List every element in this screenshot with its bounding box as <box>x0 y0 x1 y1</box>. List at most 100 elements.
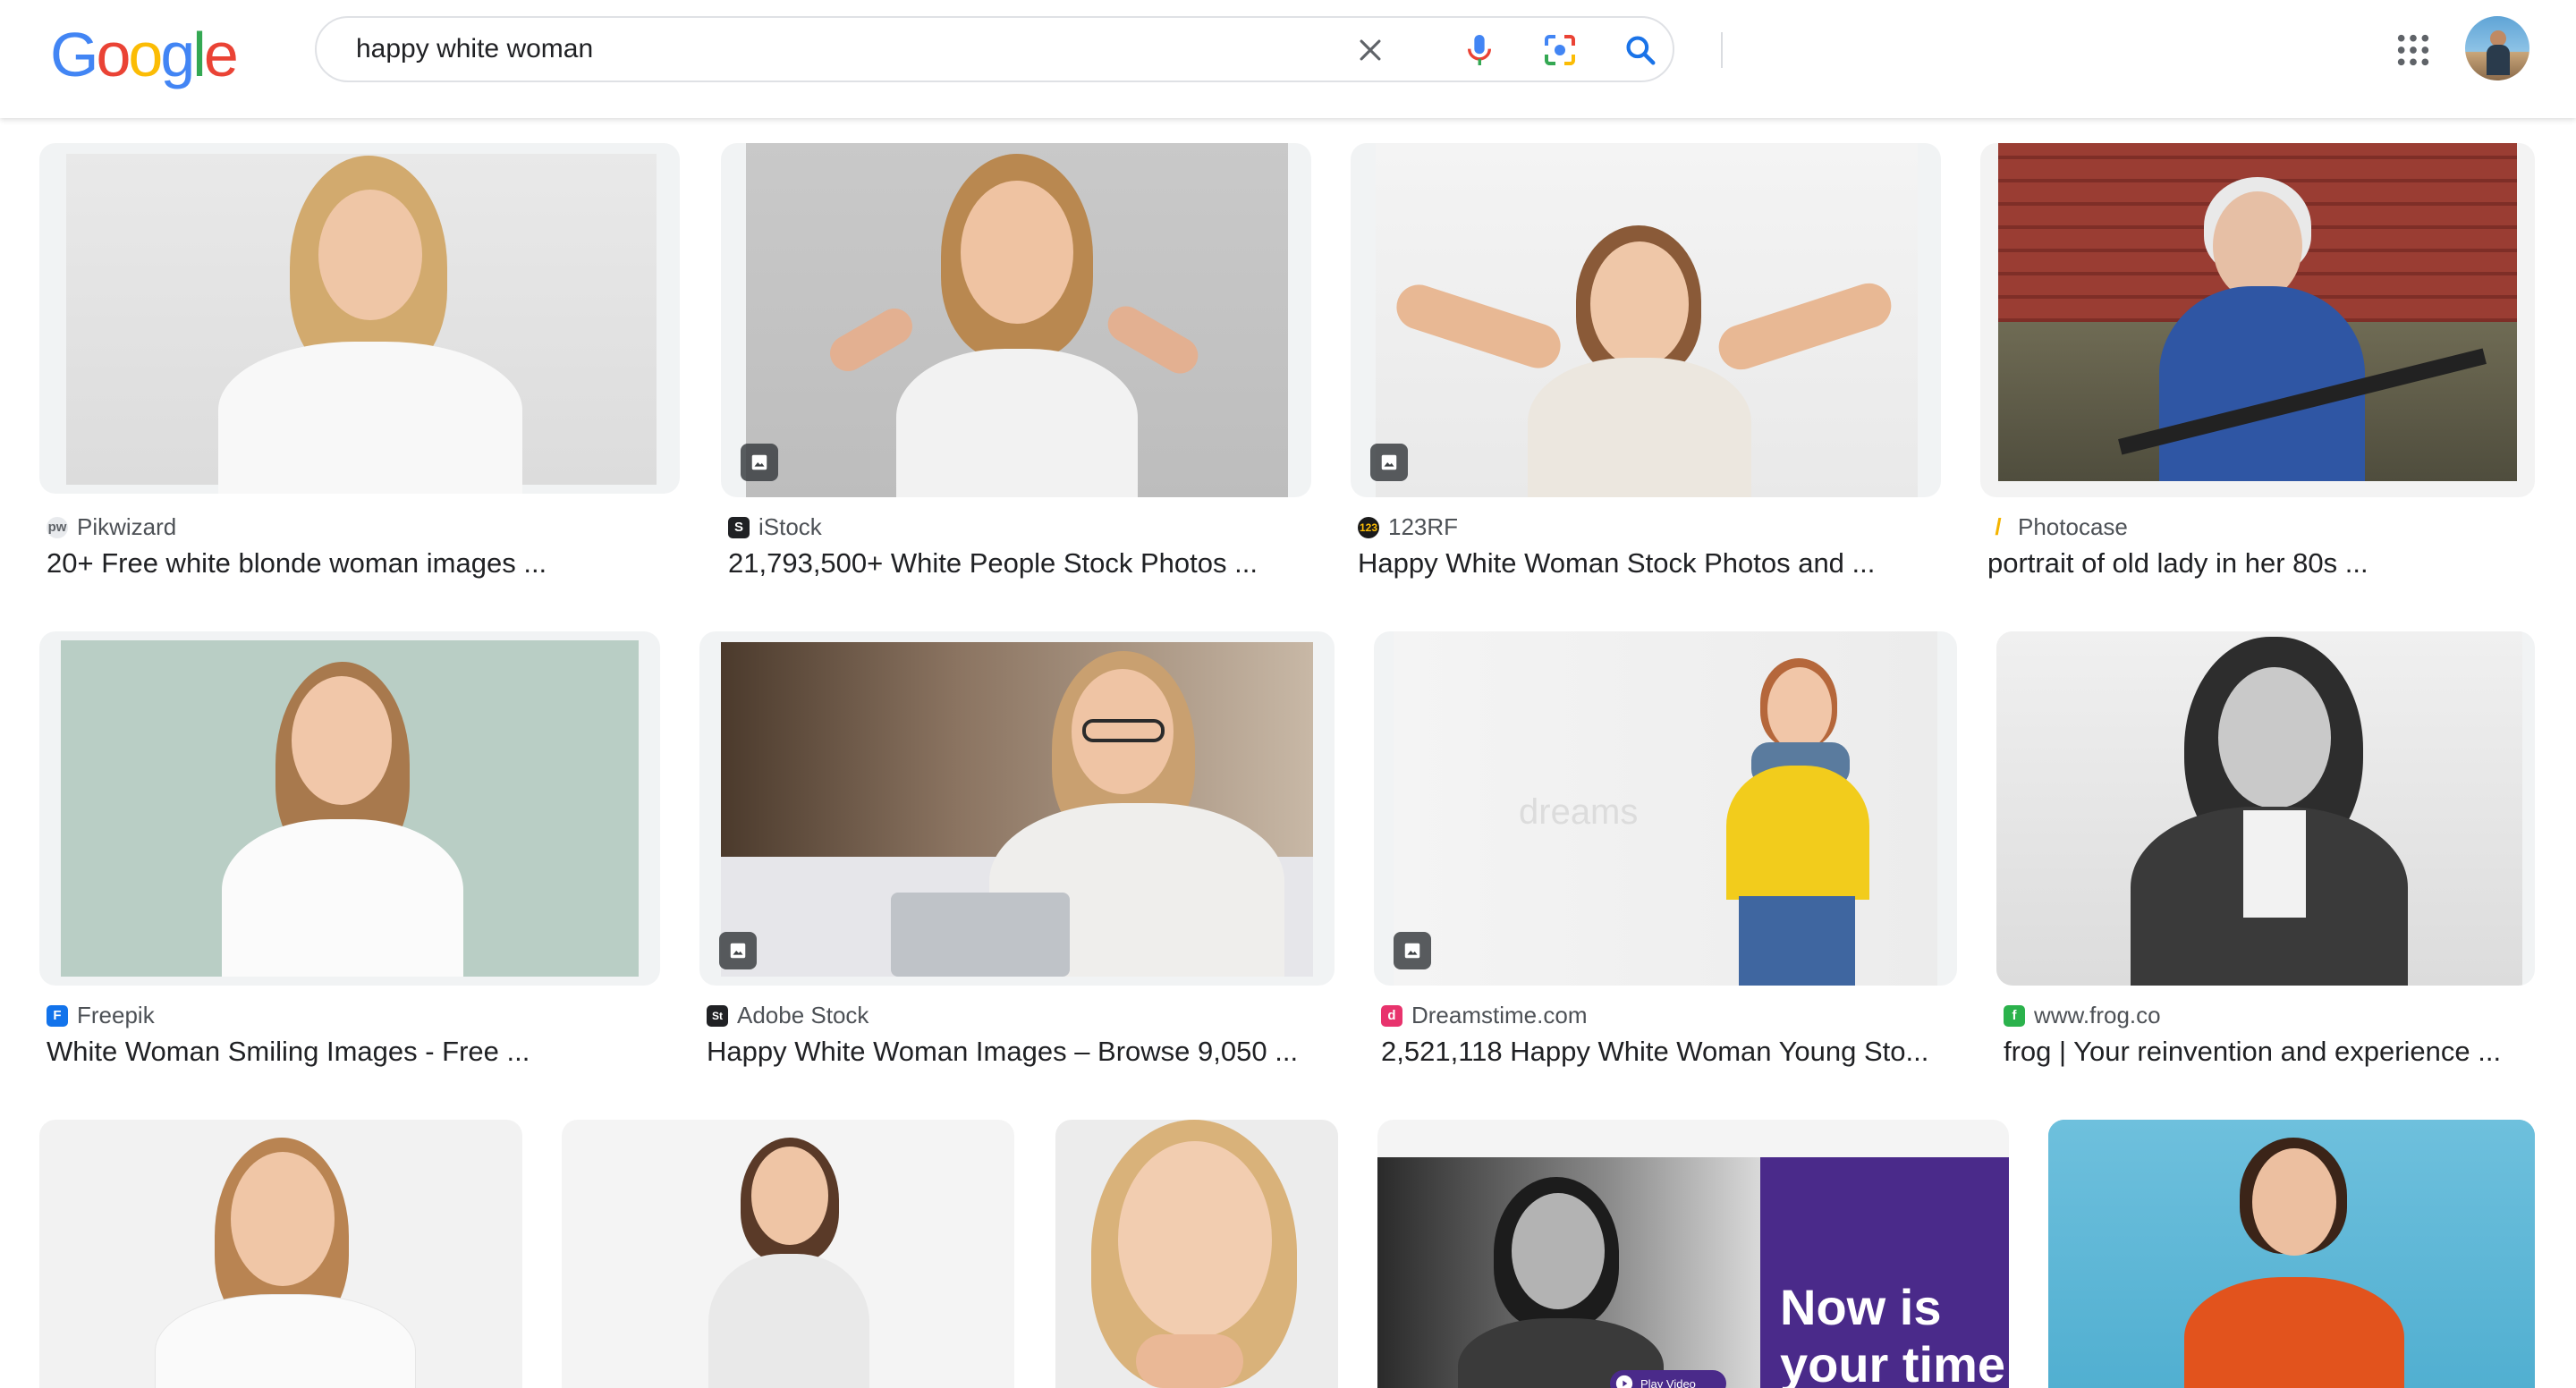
search-input[interactable]: happy white woman <box>356 18 593 80</box>
logo-letter: l <box>192 20 206 89</box>
promo-result[interactable]: Play Video Now is your time <box>1377 1120 2009 1388</box>
google-logo[interactable]: Google <box>50 20 239 89</box>
promo-headline-1: Now is <box>1780 1279 1942 1335</box>
result-title[interactable]: 20+ Free white blonde woman images ... <box>47 547 680 580</box>
logo-letter: g <box>160 20 195 89</box>
result-thumbnail[interactable] <box>562 1120 1014 1388</box>
result-image <box>2048 1120 2535 1388</box>
source-name: Pikwizard <box>77 513 177 540</box>
result-title[interactable]: Happy White Woman Stock Photos and ... <box>1358 547 1941 580</box>
clear-button[interactable] <box>1349 29 1392 72</box>
image-result[interactable]: F Freepik White Woman Smiling Images - F… <box>39 631 660 1079</box>
result-thumbnail[interactable] <box>1980 143 2535 497</box>
image-result[interactable]: dreams d Dreamstime.com 2,521,118 Happy … <box>1374 631 1957 1079</box>
play-video-label: Play Video <box>1640 1376 1696 1388</box>
result-title[interactable]: White Woman Smiling Images - Free ... <box>47 1036 660 1068</box>
promo-headline-2: your time <box>1780 1336 2006 1388</box>
result-image <box>721 642 1313 977</box>
source-favicon-icon: pw <box>47 516 68 538</box>
logo-letter: o <box>96 20 131 89</box>
image-result[interactable]: f www.frog.co frog | Your reinvention an… <box>1996 631 2535 1079</box>
source-favicon-icon: f <box>2004 1004 2025 1027</box>
result-title[interactable]: Happy White Woman Images – Browse 9,050 … <box>707 1036 1335 1068</box>
image-result[interactable] <box>562 1120 1014 1388</box>
top-bar: Google happy white woman <box>0 0 2576 118</box>
image-result[interactable] <box>39 1120 522 1388</box>
logo-letter: e <box>203 20 239 89</box>
result-source[interactable]: d Dreamstime.com <box>1381 1002 1587 1029</box>
image-result[interactable]: pw Pikwizard 20+ Free white blonde woman… <box>39 143 680 590</box>
voice-search-button[interactable] <box>1458 29 1501 72</box>
source-name: Freepik <box>77 1002 155 1028</box>
image-result[interactable] <box>1055 1120 1338 1388</box>
result-thumbnail[interactable] <box>721 143 1311 497</box>
apps-grid-icon <box>2397 34 2429 66</box>
result-source[interactable]: S iStock <box>728 513 822 541</box>
account-avatar[interactable] <box>2465 16 2529 80</box>
image-result[interactable]: St Adobe Stock Happy White Woman Images … <box>699 631 1335 1079</box>
image-result[interactable] <box>2048 1120 2535 1388</box>
result-image <box>66 154 657 494</box>
result-image <box>1998 143 2517 481</box>
result-source[interactable]: F Freepik <box>47 1002 155 1029</box>
result-image <box>1996 631 2522 986</box>
result-image: Play Video <box>1377 1157 1760 1388</box>
result-thumbnail[interactable] <box>39 631 660 986</box>
result-source[interactable]: St Adobe Stock <box>707 1002 869 1029</box>
microphone-icon <box>1467 35 1492 65</box>
result-thumbnail[interactable] <box>699 631 1335 986</box>
source-name: www.frog.co <box>2034 1002 2161 1028</box>
result-image <box>61 640 639 977</box>
result-source[interactable]: 123 123RF <box>1358 513 1458 541</box>
source-favicon-icon: S <box>728 516 750 538</box>
result-thumbnail[interactable]: dreams <box>1374 631 1957 986</box>
result-thumbnail[interactable] <box>2048 1120 2535 1388</box>
source-favicon-icon: d <box>1381 1004 1402 1027</box>
play-video-button[interactable]: Play Video <box>1610 1370 1726 1388</box>
result-thumbnail[interactable] <box>1055 1120 1338 1388</box>
source-name: Photocase <box>2018 513 2128 540</box>
source-favicon-icon: / <box>1995 513 2002 540</box>
image-icon <box>1381 454 1397 470</box>
result-thumbnail[interactable] <box>39 1120 522 1388</box>
image-result[interactable]: / Photocase portrait of old lady in her … <box>1980 143 2535 590</box>
result-image <box>562 1120 1014 1388</box>
result-source[interactable]: f www.frog.co <box>2004 1002 2161 1029</box>
result-title[interactable]: 2,521,118 Happy White Woman Young Sto... <box>1381 1036 1957 1068</box>
source-name: Adobe Stock <box>737 1002 869 1028</box>
image-result[interactable]: S iStock 21,793,500+ White People Stock … <box>721 143 1311 590</box>
search-box[interactable]: happy white woman <box>315 16 1723 82</box>
search-icon <box>1626 36 1656 65</box>
result-image <box>1376 143 1918 497</box>
result-title[interactable]: 21,793,500+ White People Stock Photos ..… <box>728 547 1311 580</box>
play-icon <box>1615 1375 1633 1388</box>
image-type-badge <box>741 444 778 481</box>
result-source[interactable]: pw Pikwizard <box>47 513 176 541</box>
result-title[interactable]: portrait of old lady in her 80s ... <box>1987 547 2535 580</box>
image-type-badge <box>1394 932 1431 969</box>
image-icon <box>751 454 767 470</box>
source-name: Dreamstime.com <box>1411 1002 1588 1028</box>
google-apps-button[interactable] <box>2390 27 2436 73</box>
source-favicon-icon: St <box>707 1004 728 1027</box>
result-image <box>746 143 1288 497</box>
image-type-badge <box>719 932 757 969</box>
image-result[interactable]: 123 123RF Happy White Woman Stock Photos… <box>1351 143 1941 590</box>
image-type-badge <box>1370 444 1408 481</box>
search-divider <box>1721 32 1723 68</box>
search-button[interactable] <box>1619 29 1662 72</box>
result-thumbnail[interactable] <box>1996 631 2535 986</box>
result-thumbnail[interactable] <box>39 143 680 494</box>
logo-letter: o <box>128 20 163 89</box>
image-icon <box>1404 943 1420 959</box>
close-icon <box>1360 39 1381 61</box>
result-thumbnail[interactable] <box>1351 143 1941 497</box>
result-source[interactable]: / Photocase <box>1987 513 2128 541</box>
result-title[interactable]: frog | Your reinvention and experience .… <box>2004 1036 2535 1068</box>
lens-search-button[interactable] <box>1538 29 1581 72</box>
result-thumbnail[interactable]: Play Video Now is your time <box>1377 1120 2009 1388</box>
promo-panel: Now is your time <box>1760 1157 2009 1388</box>
camera-lens-icon <box>1545 35 1575 65</box>
result-image <box>39 1120 522 1388</box>
source-name: iStock <box>758 513 822 540</box>
